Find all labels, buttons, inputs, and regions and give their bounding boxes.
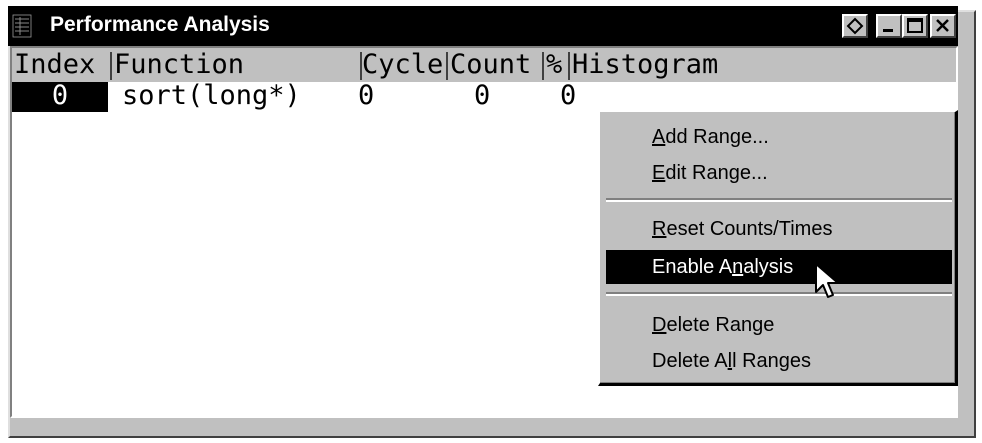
- menu-item-edit-range[interactable]: Edit Range...: [606, 156, 952, 190]
- menu-item-reset-counts-times[interactable]: Reset Counts/Times: [606, 212, 952, 246]
- column-header-index[interactable]: Index: [12, 48, 110, 82]
- maximize-button[interactable]: [902, 14, 928, 38]
- column-divider[interactable]: [446, 52, 448, 80]
- cell-percent: 0: [560, 80, 577, 111]
- column-divider[interactable]: [110, 52, 112, 80]
- cell-function: sort(long*): [122, 80, 301, 111]
- close-button[interactable]: [930, 14, 956, 38]
- column-divider[interactable]: [542, 52, 544, 80]
- column-header-histogram[interactable]: Histogram: [572, 48, 956, 82]
- menu-item-add-range[interactable]: Add Range...: [606, 120, 952, 154]
- close-icon: [936, 19, 949, 32]
- window-title: Performance Analysis: [50, 13, 270, 36]
- menu-separator: [606, 198, 952, 202]
- table-header: Index Function Cycle Count % Histogram: [12, 48, 956, 82]
- context-menu: Add Range... Edit Range... Reset Counts/…: [598, 110, 958, 386]
- title-bar[interactable]: Performance Analysis: [8, 6, 958, 46]
- column-header-function[interactable]: Function: [114, 48, 360, 82]
- column-header-count[interactable]: Count: [450, 48, 542, 82]
- diamond-icon: [846, 17, 864, 35]
- maximize-icon: [907, 18, 923, 33]
- menu-item-delete-all-ranges[interactable]: Delete All Ranges: [606, 344, 952, 378]
- menu-item-enable-analysis[interactable]: Enable Analysis: [606, 250, 952, 284]
- window-app-icon: [12, 14, 32, 38]
- column-header-cycle[interactable]: Cycle: [362, 48, 446, 82]
- float-window-button[interactable]: [842, 14, 868, 38]
- column-divider[interactable]: [568, 52, 570, 80]
- menu-separator: [606, 292, 952, 296]
- cell-index[interactable]: 0: [12, 82, 108, 112]
- menu-item-delete-range[interactable]: Delete Range: [606, 308, 952, 342]
- cell-cycle: 0: [358, 80, 375, 111]
- mouse-pointer-icon: [815, 263, 839, 298]
- table-row[interactable]: 0 sort(long*) 0 0 0: [12, 82, 956, 112]
- cell-count: 0: [474, 80, 491, 111]
- cell-histogram: [602, 82, 902, 112]
- column-header-percent[interactable]: %: [546, 48, 568, 82]
- minimize-icon: [883, 29, 893, 32]
- minimize-button[interactable]: [876, 14, 902, 38]
